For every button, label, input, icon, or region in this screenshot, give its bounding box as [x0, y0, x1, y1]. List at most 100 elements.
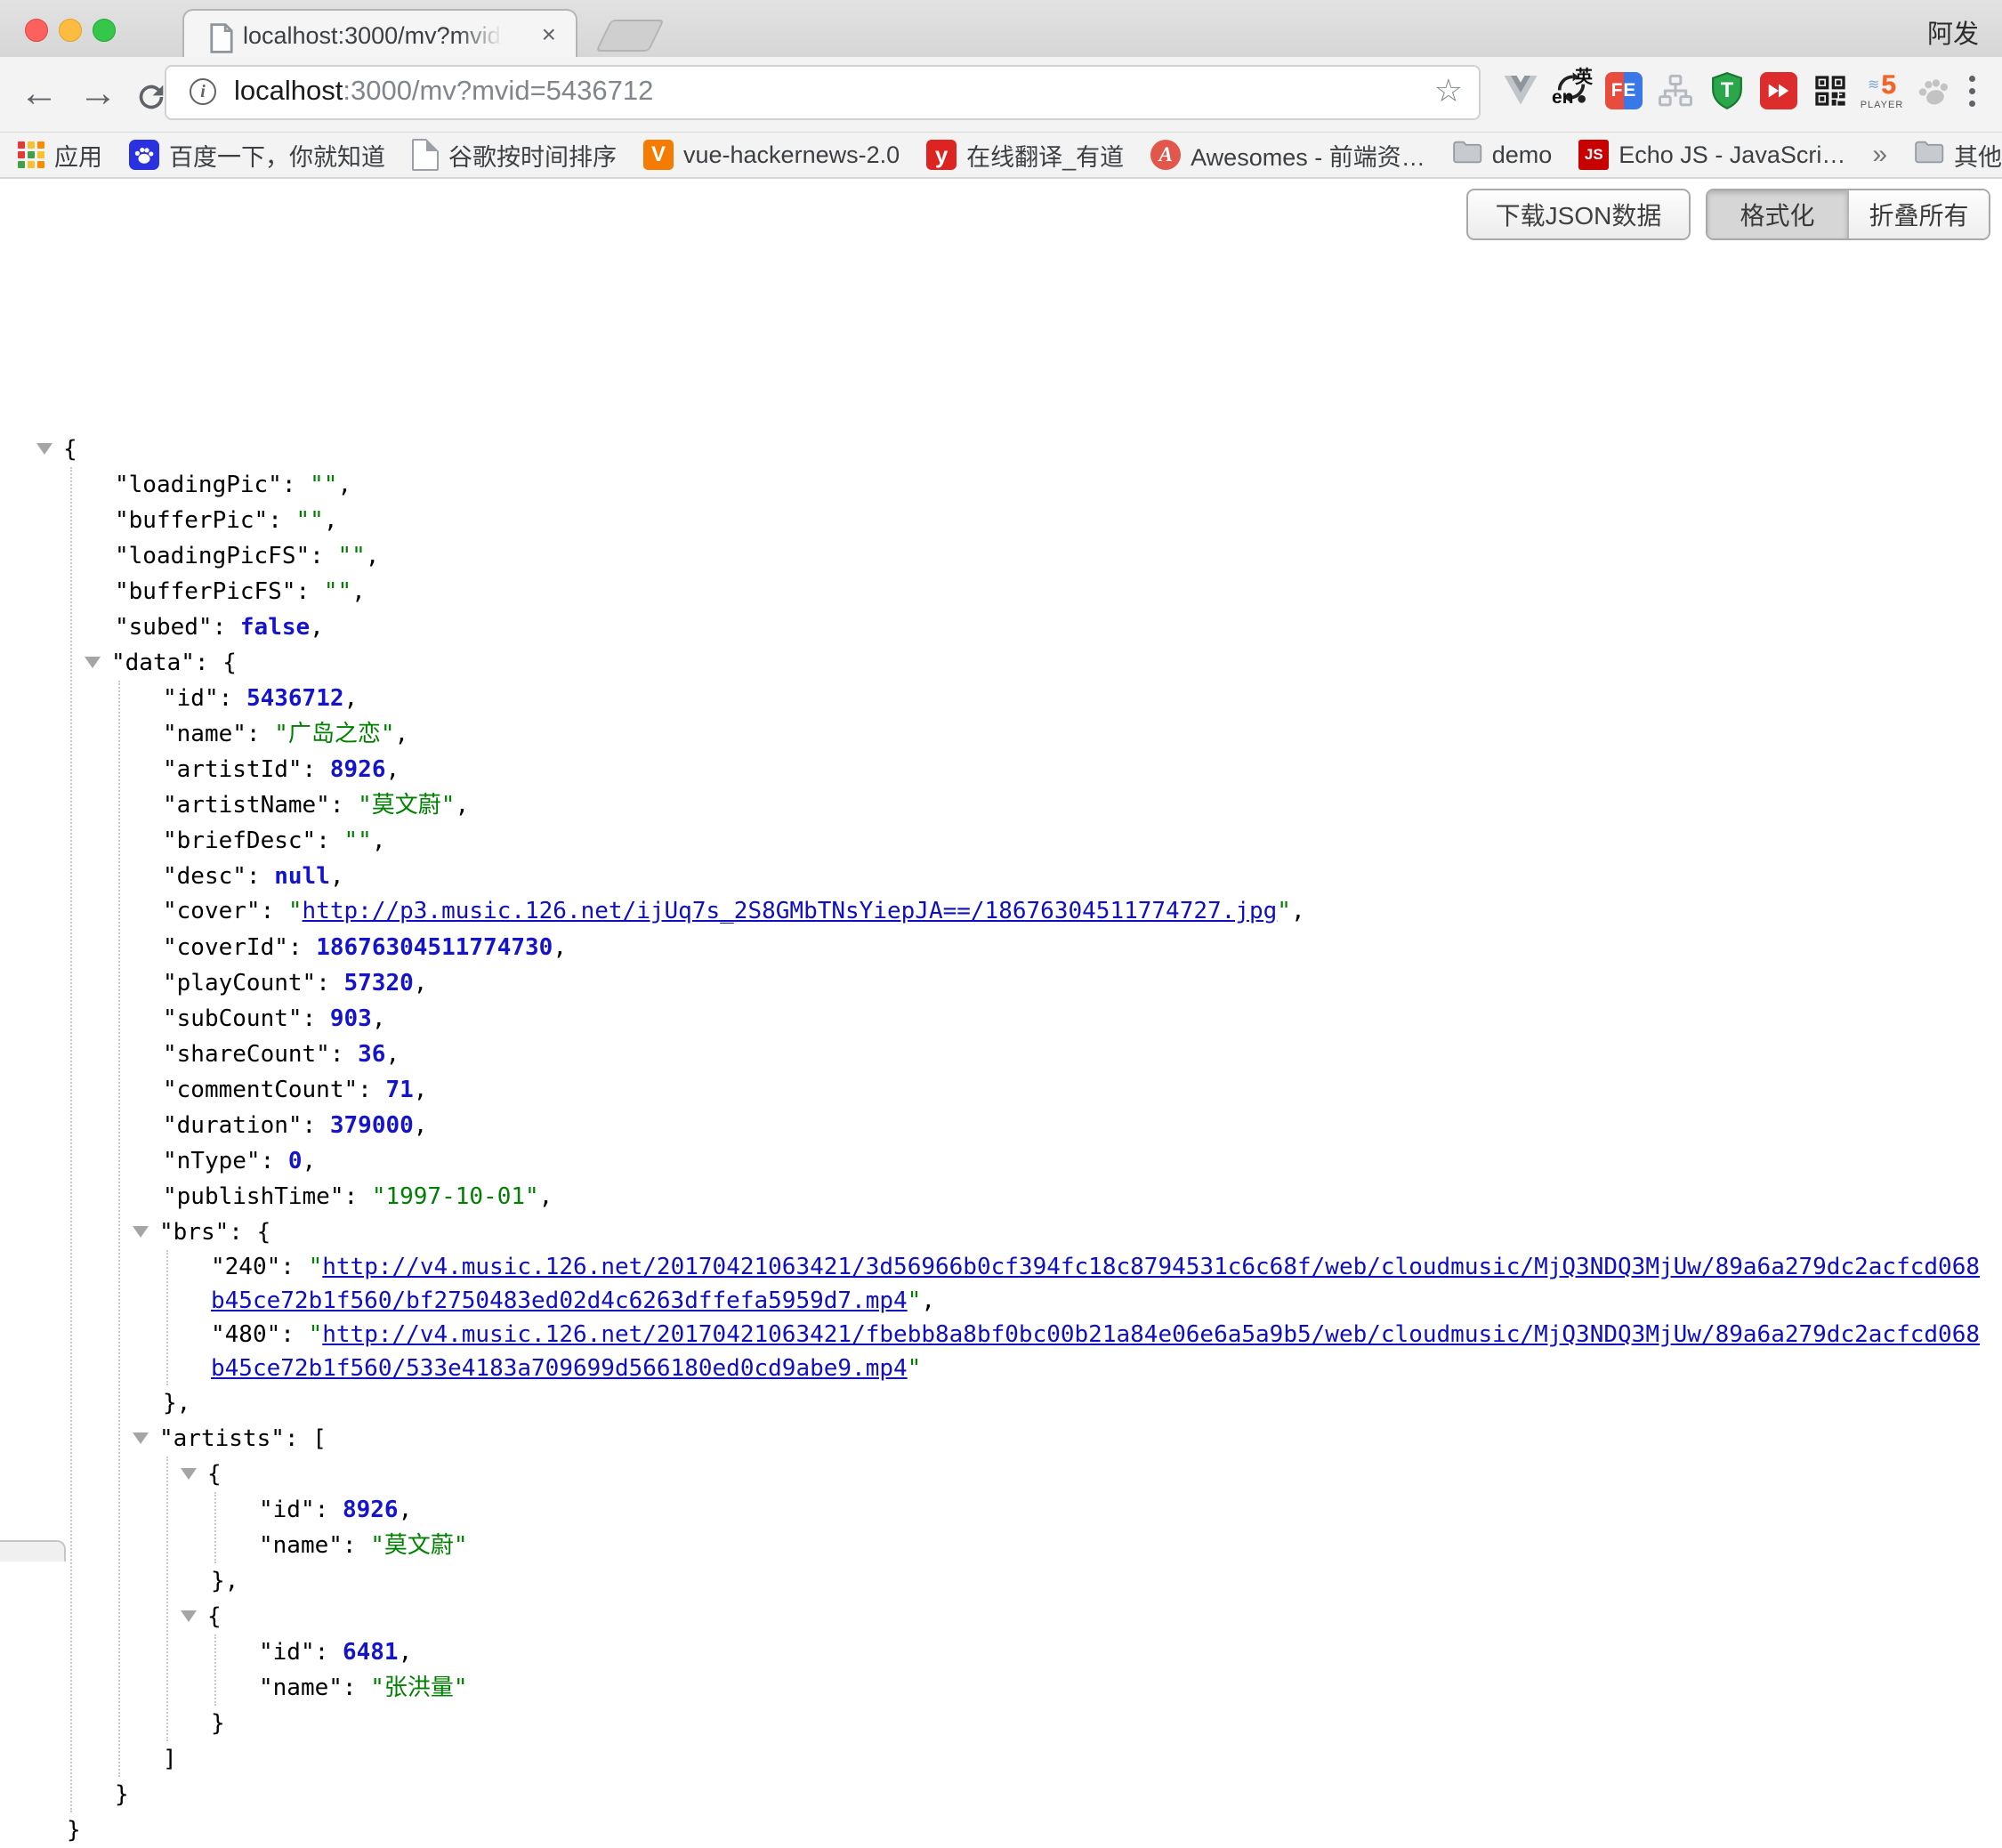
folder-icon: [1914, 139, 1944, 172]
page-info-icon[interactable]: i: [190, 78, 216, 105]
json-line: },: [211, 1563, 1991, 1599]
window-zoom-button[interactable]: [93, 19, 116, 42]
bookmark-vue-hackernews[interactable]: V vue-hackernews-2.0: [643, 140, 900, 170]
window-close-button[interactable]: [25, 19, 48, 42]
collapse-arrow-icon[interactable]: [181, 1599, 207, 1634]
profile-name[interactable]: 阿发: [1927, 13, 1979, 51]
url-bar[interactable]: i localhost:3000/mv?mvid=5436712 ☆: [165, 65, 1481, 120]
fast-forward-glyph: [1760, 72, 1797, 109]
json-open-bracket: {: [63, 436, 77, 463]
bookmark-echojs[interactable]: JS Echo JS - JavaScri…: [1578, 140, 1845, 170]
json-open-bracket: [: [312, 1425, 327, 1452]
bookmark-label: demo: [1492, 141, 1553, 169]
json-value-number: 18676304511774730: [316, 934, 553, 961]
bookmark-baidu[interactable]: 百度一下，你就知道: [129, 138, 385, 173]
tampermonkey-extension-icon[interactable]: T: [1707, 64, 1748, 117]
json-colon: :: [316, 827, 343, 854]
json-colon: :: [303, 1005, 330, 1032]
vue-devtools-extension-icon[interactable]: [1500, 64, 1541, 117]
json-colon: :: [280, 1321, 308, 1348]
json-link[interactable]: http://p3.music.126.net/ijUq7s_2S8GMbTNs…: [303, 898, 1278, 924]
json-value-number: 71: [385, 1077, 413, 1103]
other-bookmarks-folder[interactable]: 其他书签: [1914, 138, 2002, 173]
tab-close-icon[interactable]: ×: [542, 21, 556, 48]
translator-extension-icon[interactable]: 英 en: [1552, 64, 1593, 110]
browser-toolbar: ← → i localhost:3000/mv?mvid=5436712 ☆ 英…: [0, 57, 2002, 133]
window-minimize-button[interactable]: [59, 19, 82, 42]
bookmark-demo-folder[interactable]: demo: [1452, 139, 1553, 172]
folder-icon: [1452, 139, 1482, 172]
bookmark-star-icon[interactable]: ☆: [1434, 72, 1463, 109]
page-content: 下载JSON数据 格式化 折叠所有 {"loadingPic": "","buf…: [0, 179, 2002, 1562]
tab-favicon-page-icon: [209, 23, 234, 58]
json-comma: ,: [395, 721, 409, 747]
json-colon: :: [358, 1077, 385, 1103]
browser-tab[interactable]: localhost:3000/mv?mvid=5436 ×: [182, 9, 577, 61]
bookmarks-overflow-chevron[interactable]: »: [1872, 140, 1887, 170]
json-key: "artistId": [163, 756, 303, 783]
bookmark-awesomes[interactable]: A Awesomes - 前端资…: [1150, 138, 1425, 173]
json-line: "id": 8926,: [259, 1492, 1991, 1528]
paw-extension-icon[interactable]: [1913, 64, 1954, 117]
back-button[interactable]: ←: [20, 68, 59, 119]
url-text[interactable]: localhost:3000/mv?mvid=5436712: [234, 75, 653, 107]
json-comma: ,: [399, 1639, 413, 1666]
json-line: {: [67, 432, 1991, 467]
echojs-icon: JS: [1578, 140, 1609, 170]
extensions-row: 英 en FE T ≋: [1500, 64, 1954, 117]
json-line: }: [211, 1706, 1991, 1741]
json-link[interactable]: http://v4.music.126.net/20170421063421/3…: [211, 1254, 1980, 1314]
json-line: "id": 6481,: [259, 1634, 1991, 1670]
json-colon: :: [285, 1425, 312, 1452]
json-comma: ,: [553, 934, 567, 961]
page-icon: [412, 139, 439, 171]
collapse-arrow-icon[interactable]: [85, 645, 111, 681]
json-key: "name": [259, 1674, 343, 1701]
json-children: "240": "http://v4.music.126.net/20170421…: [166, 1250, 1991, 1385]
json-comma: ,: [344, 685, 359, 712]
json-comma: ,: [303, 1148, 317, 1174]
json-key: "name": [163, 721, 246, 747]
collapse-arrow-icon[interactable]: [181, 1457, 207, 1492]
json-line: "data": {: [115, 645, 1991, 681]
browser-menu-icon[interactable]: [1954, 69, 1990, 112]
collapse-arrow-icon[interactable]: [133, 1215, 159, 1250]
json-value-string: "莫文蔚": [358, 792, 455, 819]
url-host: localhost: [234, 75, 343, 106]
json-key: "artists": [159, 1425, 285, 1452]
json-key: "id": [259, 1497, 315, 1523]
bookmark-label: 在线翻译_有道: [966, 138, 1124, 173]
json-colon: :: [343, 1532, 370, 1559]
bookmark-label: 谷歌按时间排序: [448, 138, 617, 173]
json-value-number: 6481: [343, 1639, 399, 1666]
youdao-icon: y: [926, 140, 957, 170]
json-key: "brs": [159, 1219, 229, 1246]
other-bookmarks-label: 其他书签: [1954, 138, 2002, 173]
reload-button[interactable]: [133, 77, 169, 128]
json-key: "240": [211, 1254, 280, 1280]
bookmark-youdao[interactable]: y 在线翻译_有道: [926, 138, 1124, 173]
h5-caption: PLAYER: [1861, 101, 1904, 110]
h5-wing-glyph: ≋: [1868, 78, 1879, 93]
qr-code-extension-icon[interactable]: [1810, 64, 1851, 117]
forward-button[interactable]: →: [78, 68, 117, 119]
json-value-string: "": [310, 472, 337, 498]
json-link[interactable]: http://v4.music.126.net/20170421063421/f…: [211, 1321, 1980, 1382]
json-line: "artistId": 8926,: [163, 752, 1991, 787]
json-line: "cover": "http://p3.music.126.net/ijUq7s…: [163, 894, 1991, 930]
collapse-arrow-icon[interactable]: [133, 1421, 159, 1457]
html5-player-extension-icon[interactable]: ≋ 5 PLAYER: [1861, 64, 1902, 117]
fe-toolbox-extension-icon[interactable]: FE: [1603, 64, 1644, 117]
collapse-arrow-icon[interactable]: [36, 432, 63, 467]
bookmark-apps[interactable]: 应用: [18, 138, 102, 173]
json-colon: :: [268, 507, 295, 534]
json-line: {: [211, 1457, 1991, 1492]
json-colon: :: [316, 970, 343, 997]
new-tab-button[interactable]: [595, 20, 665, 52]
bookmark-google-sort[interactable]: 谷歌按时间排序: [412, 138, 617, 173]
video-download-extension-icon[interactable]: [1758, 64, 1799, 117]
json-comma: ,: [921, 1287, 935, 1314]
sitemap-extension-icon[interactable]: [1655, 64, 1696, 117]
json-key: "commentCount": [163, 1077, 358, 1103]
json-comma: ,: [324, 507, 338, 534]
